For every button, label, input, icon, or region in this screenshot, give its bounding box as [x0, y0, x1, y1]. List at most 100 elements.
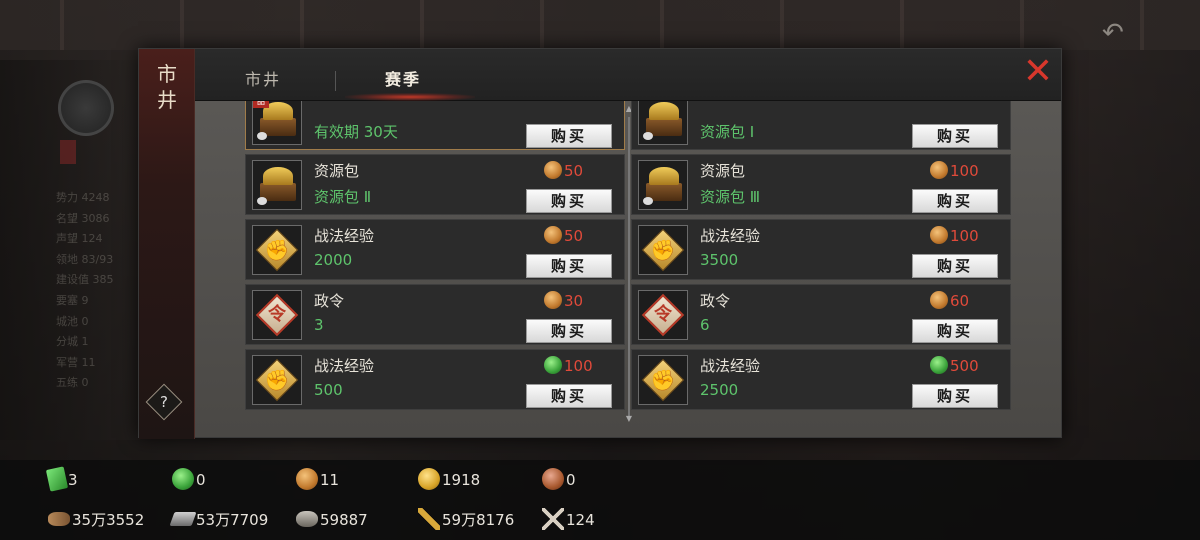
item-detail: 3500 — [700, 251, 739, 269]
shop-item-card: ✊ 战法经验 2500 500 购买 — [631, 349, 1011, 410]
item-detail: 资源包 Ⅰ — [700, 123, 755, 141]
grain-icon — [418, 508, 440, 530]
resource-value: 1918 — [442, 471, 481, 489]
item-name: 战法经验 — [314, 357, 375, 375]
price-value: 100 — [564, 357, 593, 375]
decree-order-icon: 令 — [638, 290, 688, 340]
bg-stat: 领地 83/93 — [56, 252, 114, 266]
chest-bag-icon — [252, 160, 302, 210]
flower-decoration — [643, 132, 653, 140]
resource-stone[interactable]: 59887 — [296, 508, 368, 532]
buy-button[interactable]: 购买 — [526, 189, 612, 213]
shop-item-card: ✊ 战法经验 500 100 购买 — [245, 349, 625, 410]
quality-badge: 品 — [253, 101, 269, 108]
copper-coin-icon — [930, 161, 948, 179]
buy-button[interactable]: 购买 — [912, 254, 998, 278]
item-name: 资源包 — [314, 162, 360, 180]
resource-value: 59887 — [320, 511, 368, 529]
item-price: 100 — [930, 161, 979, 181]
price-value: 50 — [564, 162, 584, 180]
iron-icon — [169, 512, 197, 526]
buy-button[interactable]: 购买 — [526, 384, 612, 408]
price-value: 500 — [950, 357, 979, 375]
price-value: 60 — [950, 292, 970, 310]
jade-card-icon — [45, 466, 69, 492]
copper-coin-icon — [296, 468, 318, 490]
fist-tactic-icon: ✊ — [638, 355, 688, 405]
flower-decoration — [257, 197, 267, 205]
price-value: 100 — [950, 227, 979, 245]
fist-glyph: ✊ — [264, 368, 290, 392]
buy-button[interactable]: 购买 — [912, 189, 998, 213]
chest-bag-icon: 品 — [252, 101, 302, 145]
shop-item-card: ✊ 战法经验 2000 50 购买 — [245, 219, 625, 280]
flower-decoration — [643, 197, 653, 205]
resource-crossed-swords[interactable]: 124 — [542, 508, 595, 532]
jade-coin-icon — [172, 468, 194, 490]
scroll-down-icon[interactable]: ▼ — [624, 415, 634, 423]
buy-button[interactable]: 购买 — [912, 384, 998, 408]
resource-value: 11 — [320, 471, 340, 489]
flag-icon — [60, 140, 76, 164]
buy-button[interactable]: 购买 — [912, 319, 998, 343]
item-detail: 2500 — [700, 381, 739, 399]
fist-tactic-icon: ✊ — [638, 225, 688, 275]
jade-coin-icon — [544, 356, 562, 374]
resource-jade-card[interactable]: 3 — [45, 466, 78, 492]
resource-value: 59万8176 — [442, 511, 515, 529]
buy-button[interactable]: 购买 — [912, 124, 998, 148]
market-panel: 市井 ? 市井 赛季 ✕ ▲ ▼ 品有效期 30天 购买 资源包 Ⅰ 购买 资源包 资源包… — [138, 48, 1062, 439]
buy-button[interactable]: 购买 — [526, 319, 612, 343]
wood-icon — [48, 512, 70, 526]
item-detail: 3 — [314, 316, 324, 334]
background-building — [0, 0, 1200, 50]
resource-iron[interactable]: 53万7709 — [169, 508, 269, 532]
help-button[interactable]: ? — [145, 383, 183, 421]
fist-tactic-icon: ✊ — [252, 355, 302, 405]
crossed-swords-icon — [542, 508, 564, 530]
decree-order-icon: 令 — [252, 290, 302, 340]
item-list[interactable]: ▲ ▼ 品有效期 30天 购买 资源包 Ⅰ 购买 资源包 资源包 Ⅱ 50 购买 资源包 资源包 … — [195, 101, 1061, 437]
resource-grain[interactable]: 59万8176 — [418, 508, 514, 532]
resource-jade-coin[interactable]: 0 — [172, 468, 206, 492]
bg-stat: 要塞 9 — [56, 293, 89, 307]
resource-bronze-coin[interactable]: 0 — [542, 468, 576, 492]
item-price: 100 — [930, 226, 979, 246]
resource-gold-coin[interactable]: 1918 — [418, 468, 480, 492]
buy-button[interactable]: 购买 — [526, 124, 612, 148]
resource-value: 124 — [566, 511, 595, 529]
side-title: 市井 — [157, 62, 179, 112]
back-arrow-icon[interactable]: ↶ — [1102, 18, 1124, 48]
buy-button[interactable]: 购买 — [526, 254, 612, 278]
item-detail: 有效期 30天 — [314, 123, 398, 141]
shop-item-card: ✊ 战法经验 3500 100 购买 — [631, 219, 1011, 280]
price-value: 50 — [564, 227, 584, 245]
shop-item-card: 资源包 资源包 Ⅱ 50 购买 — [245, 154, 625, 215]
item-price: 100 — [544, 356, 593, 376]
shop-item-card: 令 政令 6 60 购买 — [631, 284, 1011, 345]
tab-divider — [335, 71, 336, 91]
tab-market[interactable]: 市井 — [245, 49, 281, 101]
item-price: 30 — [544, 291, 583, 311]
shop-item-card: 品有效期 30天 购买 — [245, 101, 625, 150]
price-value: 30 — [564, 292, 584, 310]
scrollbar[interactable] — [628, 117, 630, 417]
copper-coin-icon — [544, 226, 562, 244]
fist-glyph: ✊ — [650, 238, 676, 262]
faction-emblem-icon — [58, 80, 114, 136]
order-glyph: 令 — [268, 304, 286, 325]
bg-stat: 五练 0 — [56, 376, 89, 390]
item-price: 500 — [930, 356, 979, 376]
resource-value: 35万3552 — [72, 511, 145, 529]
resource-value: 53万7709 — [196, 511, 269, 529]
resource-copper-coin[interactable]: 11 — [296, 468, 339, 492]
chest-bag-icon — [638, 160, 688, 210]
price-value: 100 — [950, 162, 979, 180]
close-icon[interactable]: ✕ — [1021, 54, 1055, 91]
item-detail: 500 — [314, 381, 343, 399]
jade-coin-icon — [930, 356, 948, 374]
gold-coin-icon — [418, 468, 440, 490]
resource-value: 0 — [566, 471, 576, 489]
resource-wood[interactable]: 35万3552 — [48, 508, 144, 532]
item-price: 60 — [930, 291, 969, 311]
